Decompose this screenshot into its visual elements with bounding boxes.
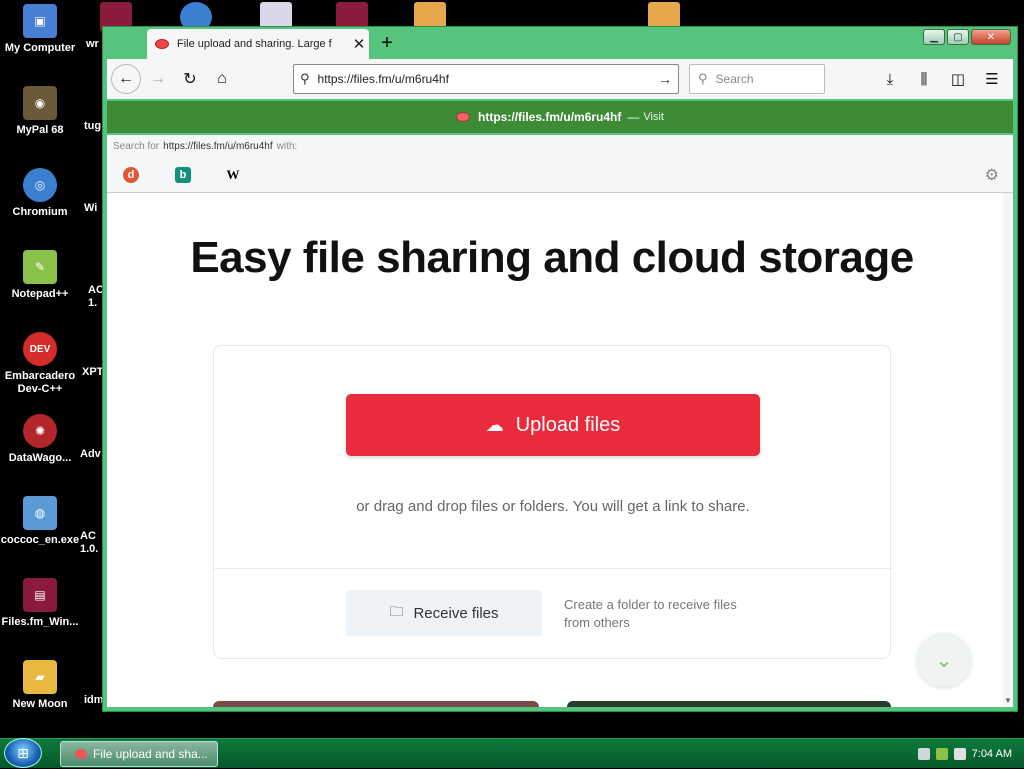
- page-content: Easy file sharing and cloud storage ☁ Up…: [107, 193, 1003, 707]
- taskbar-item-label: File upload and sha...: [93, 747, 208, 761]
- duckduckgo-icon[interactable]: d: [123, 167, 139, 183]
- gear-icon[interactable]: ⚙: [985, 165, 999, 185]
- chromium-icon: ◎: [23, 168, 57, 202]
- desktop-icon-coccoc[interactable]: ◍ coccoc_en.exe: [0, 496, 80, 547]
- computer-icon: ▣: [23, 4, 57, 38]
- toolbar-right-buttons: ⤓ ⫼ ◫ ☰: [875, 64, 1007, 94]
- search-bar[interactable]: ⚲ Search: [689, 64, 825, 94]
- library-icon[interactable]: ⫼: [909, 64, 939, 94]
- desktop-icon-new-moon[interactable]: ▰ New Moon: [0, 660, 80, 711]
- bing-icon[interactable]: b: [175, 167, 191, 183]
- maximize-button[interactable]: ▢: [947, 29, 969, 45]
- content-cards-peek: [213, 699, 891, 707]
- search-icon: ⚲: [698, 71, 708, 86]
- files-fm-favicon-icon: [456, 112, 471, 122]
- upload-card: ☁ Upload files or drag and drop files or…: [213, 345, 892, 659]
- upload-files-label: Upload files: [515, 413, 621, 436]
- files-fm-favicon-icon: [75, 749, 87, 759]
- archive-icon: ▤: [23, 578, 57, 612]
- autocomplete-url: https://files.fm/u/m6ru4hf: [478, 110, 622, 124]
- minimize-button[interactable]: ▁: [923, 29, 945, 45]
- desktop-label-partial: idm: [84, 694, 104, 706]
- page-scrollbar[interactable]: ▼: [1003, 193, 1013, 707]
- search-icon: ⚲: [300, 71, 310, 86]
- new-tab-button[interactable]: +: [375, 31, 399, 55]
- url-input[interactable]: https://files.fm/u/m6ru4hf: [318, 72, 658, 86]
- tray-app-icon[interactable]: [935, 748, 948, 760]
- desktop-label-partial: AC 1.: [88, 284, 104, 309]
- reload-button[interactable]: ↻: [175, 64, 205, 94]
- system-tray: 7:04 AM: [917, 739, 1024, 769]
- taskbar-item-browser[interactable]: File upload and sha...: [60, 741, 218, 767]
- desktop-icon-chromium[interactable]: ◎ Chromium: [0, 168, 80, 219]
- folder-icon: ▰: [23, 660, 57, 694]
- desktop-label-partial: tug: [84, 120, 102, 132]
- wikipedia-icon[interactable]: W: [225, 167, 241, 183]
- installer-icon: ◍: [23, 496, 57, 530]
- autocomplete-visit-row[interactable]: https://files.fm/u/m6ru4hf — Visit: [107, 101, 1013, 133]
- page-headline: Easy file sharing and cloud storage: [190, 233, 914, 282]
- desktop-icon-filesfm[interactable]: ▤ Files.fm_Win...: [0, 578, 80, 629]
- menu-icon[interactable]: ☰: [977, 64, 1007, 94]
- start-button[interactable]: ⊞: [4, 738, 42, 768]
- tab-title: File upload and sharing. Large f: [177, 38, 332, 50]
- desktop-icon-my-computer[interactable]: ▣ My Computer: [0, 4, 80, 55]
- home-button[interactable]: ⌂: [207, 64, 237, 94]
- desktop-label-partial: Wi: [84, 202, 98, 214]
- search-for-suffix: with:: [276, 140, 298, 152]
- receive-files-label: Receive files: [413, 604, 499, 622]
- search-for-prefix: Search for: [113, 140, 160, 152]
- cloud-upload-icon: ☁: [485, 414, 504, 435]
- network-icon[interactable]: [917, 748, 930, 760]
- navigation-toolbar: ← → ↻ ⌂ ⚲ https://files.fm/u/m6ru4hf → ⚲…: [107, 59, 1013, 99]
- tab-files-fm[interactable]: File upload and sharing. Large f ✕: [147, 29, 369, 59]
- desktop-icon-notepadpp[interactable]: ✎ Notepad++: [0, 250, 80, 301]
- preview-card: [213, 701, 539, 707]
- close-tab-icon[interactable]: ✕: [349, 35, 369, 53]
- desktop-icon-devcpp[interactable]: DEV Embarcadero Dev-C++: [0, 332, 80, 396]
- forward-button[interactable]: →: [143, 64, 173, 94]
- folder-add-icon: 🗀: [389, 603, 404, 619]
- mypal-icon: ◉: [23, 86, 57, 120]
- desktop-label-partial: Adv: [80, 448, 101, 460]
- clock[interactable]: 7:04 AM: [972, 748, 1012, 760]
- desktop-label-partial: AC 1.0.: [80, 530, 99, 555]
- downloads-icon[interactable]: ⤓: [875, 64, 905, 94]
- back-button[interactable]: ←: [111, 64, 141, 94]
- desktop-label-partial: XPT: [82, 366, 104, 378]
- scroll-down-arrow-icon[interactable]: ▼: [1004, 696, 1012, 705]
- notepadpp-icon: ✎: [23, 250, 57, 284]
- autocomplete-separator: —: [627, 110, 640, 124]
- sidebar-icon[interactable]: ◫: [943, 64, 973, 94]
- url-bar[interactable]: ⚲ https://files.fm/u/m6ru4hf →: [293, 64, 679, 94]
- desktop-label-partial: wr: [86, 38, 99, 50]
- chevron-down-icon[interactable]: ⌄: [917, 633, 971, 687]
- upload-files-button[interactable]: ☁ Upload files: [346, 394, 760, 456]
- volume-icon[interactable]: [953, 748, 966, 760]
- search-placeholder: Search: [715, 72, 754, 86]
- desktop-icon-mypal[interactable]: ◉ MyPal 68: [0, 86, 80, 137]
- window-controls: ▁ ▢ ✕: [923, 29, 1011, 45]
- desktop-icon-datawago[interactable]: ✺ DataWago...: [0, 414, 80, 465]
- autocomplete-action: Visit: [643, 111, 664, 123]
- datawago-icon: ✺: [23, 414, 57, 448]
- taskbar: ⊞ File upload and sha... 7:04 AM: [0, 738, 1024, 768]
- files-fm-favicon-icon: [155, 39, 169, 49]
- preview-card: [567, 701, 891, 707]
- devcpp-icon: DEV: [23, 332, 57, 366]
- search-for-row: Search for https://files.fm/u/m6ru4hf wi…: [107, 135, 1013, 157]
- search-engines-row: d b W ⚙: [107, 157, 1013, 193]
- receive-files-description: Create a folder to receive files from ot…: [564, 597, 737, 630]
- drag-drop-text: or drag and drop files or folders. You w…: [356, 498, 750, 515]
- divider: [214, 568, 892, 569]
- browser-window: File upload and sharing. Large f ✕ + ▁ ▢…: [102, 26, 1018, 712]
- receive-files-button[interactable]: 🗀 Receive files: [346, 590, 542, 636]
- search-for-query: https://files.fm/u/m6ru4hf: [163, 140, 273, 152]
- go-arrow-icon[interactable]: →: [658, 71, 672, 87]
- close-window-button[interactable]: ✕: [971, 29, 1011, 45]
